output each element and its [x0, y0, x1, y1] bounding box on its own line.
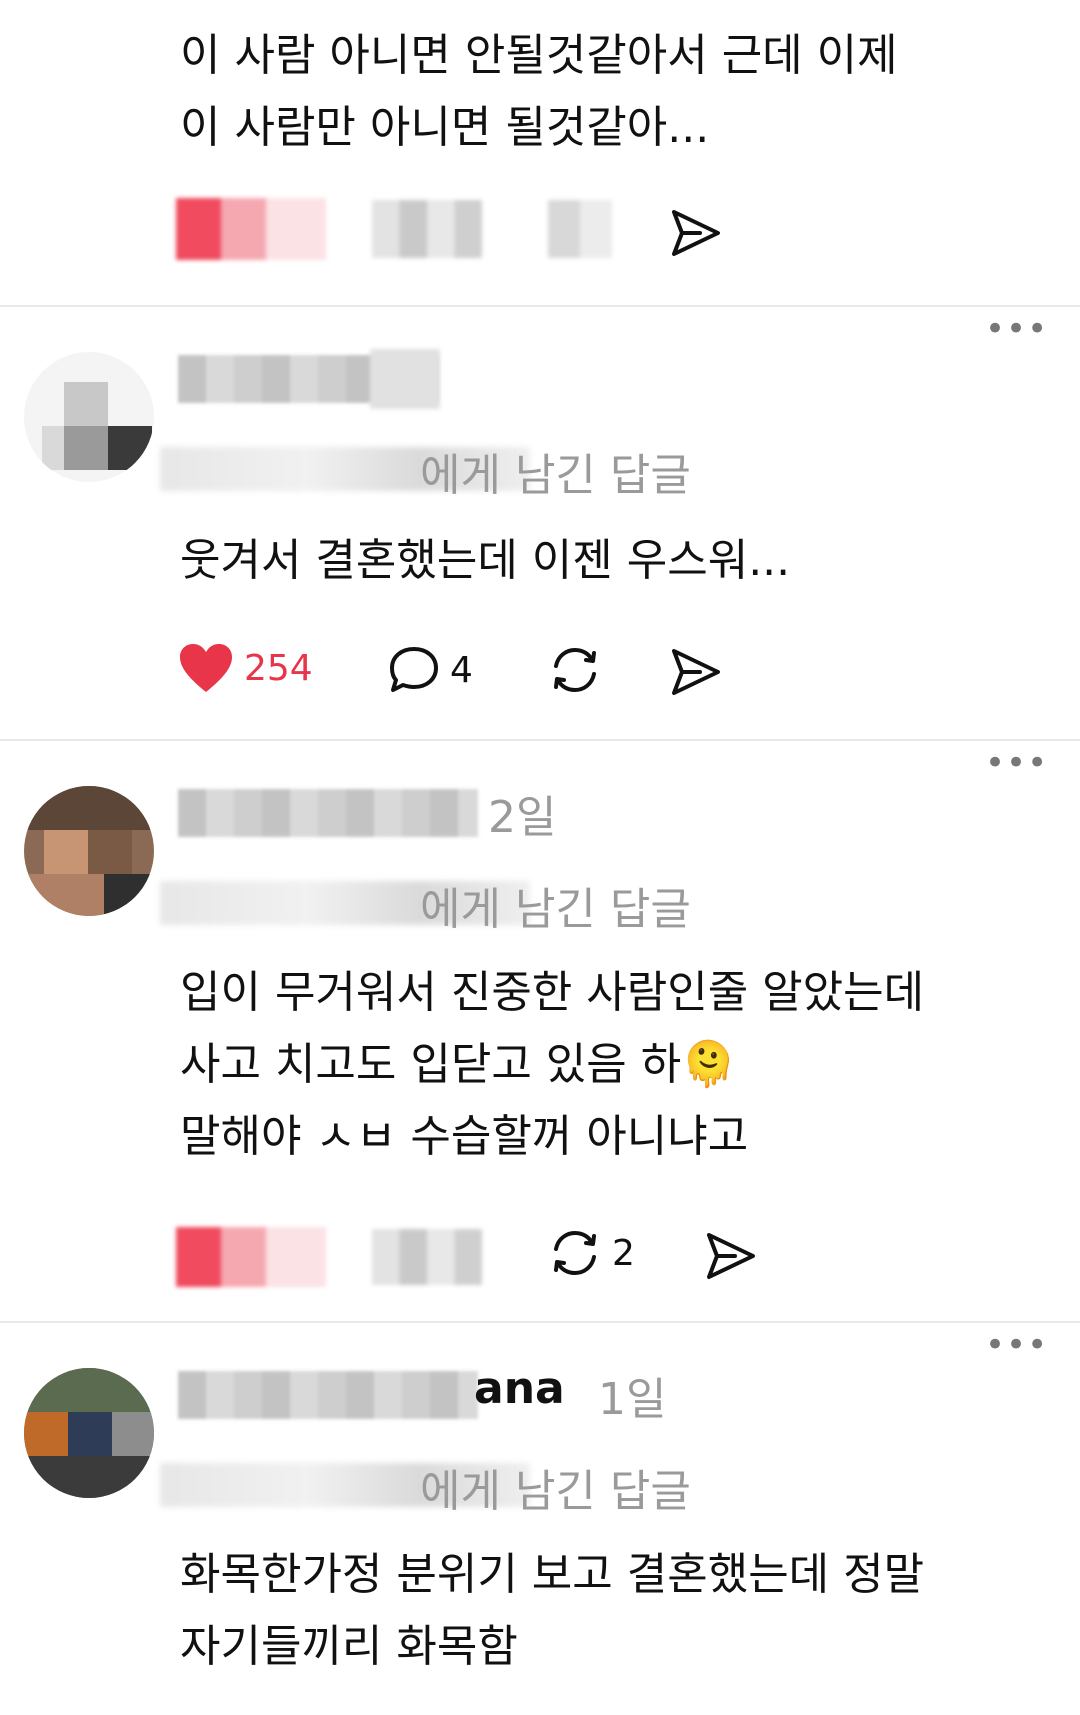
comment-button[interactable]: [372, 200, 482, 258]
avatar[interactable]: [24, 1368, 154, 1498]
reply-label: 에게 남긴 답글: [420, 884, 691, 935]
comment-button[interactable]: [372, 1229, 482, 1285]
repost-icon: [554, 1231, 596, 1275]
username-blurred[interactable]: [178, 789, 478, 837]
like-button[interactable]: [176, 1227, 326, 1287]
post-body-line: 사고 치고도 입닫고 있음 하🫠: [180, 1039, 737, 1090]
post-time: 1일: [598, 1374, 667, 1425]
post-3: ana 1일 ••• 에게 남긴 답글 화목한가정 분위기 보고 결혼했는데 정…: [0, 1323, 1080, 1715]
post-body-line: 말해야 ㅅㅂ 수습할꺼 아니냐고: [180, 1111, 749, 1162]
avatar[interactable]: [24, 352, 154, 482]
username-visible-suffix[interactable]: ana: [474, 1363, 565, 1414]
share-icon[interactable]: [670, 647, 722, 697]
username-blurred[interactable]: [178, 1371, 478, 1419]
username-blurred-extra: [370, 349, 440, 409]
post-body-line: 이 사람만 아니면 될것같아...: [180, 102, 710, 153]
post-body-line: 이 사람 아니면 안될것같아서 근데 이제: [180, 30, 898, 81]
repost-count: 2: [612, 1232, 635, 1274]
comment-icon: [390, 647, 438, 692]
comment-count: 4: [450, 649, 473, 691]
more-icon[interactable]: •••: [985, 743, 1048, 783]
like-button[interactable]: 254: [178, 642, 313, 694]
comment-button[interactable]: 4: [388, 645, 473, 695]
more-icon[interactable]: •••: [985, 1325, 1048, 1365]
share-icon[interactable]: [670, 208, 722, 258]
share-icon[interactable]: [705, 1231, 757, 1281]
repost-button[interactable]: 2: [548, 1227, 635, 1279]
post-2: 2일 ••• 에게 남긴 답글 입이 무거워서 진중한 사람인줄 알았는데 사고…: [0, 741, 1080, 1321]
repost-button[interactable]: [548, 200, 612, 258]
reply-label: 에게 남긴 답글: [420, 450, 691, 501]
heart-icon: [180, 644, 232, 692]
like-count: 254: [244, 647, 313, 689]
post-0: 이 사람 아니면 안될것같아서 근데 이제 이 사람만 아니면 될것같아...: [0, 0, 1080, 305]
repost-button[interactable]: [548, 644, 602, 696]
post-body-line: 자기들끼리 화목함: [180, 1621, 518, 1672]
avatar[interactable]: [24, 786, 154, 916]
reply-label: 에게 남긴 답글: [420, 1466, 691, 1517]
post-body-line: 화목한가정 분위기 보고 결혼했는데 정말: [180, 1549, 925, 1600]
post-body-line: 입이 무거워서 진중한 사람인줄 알았는데: [180, 967, 925, 1018]
more-icon[interactable]: •••: [985, 309, 1048, 349]
post-time: 2일: [488, 792, 557, 843]
post-body-line: 웃겨서 결혼했는데 이젠 우스워...: [180, 535, 791, 586]
repost-icon: [554, 648, 596, 692]
like-button[interactable]: [176, 198, 326, 260]
post-1: ••• 에게 남긴 답글 웃겨서 결혼했는데 이젠 우스워... 254 4: [0, 307, 1080, 739]
